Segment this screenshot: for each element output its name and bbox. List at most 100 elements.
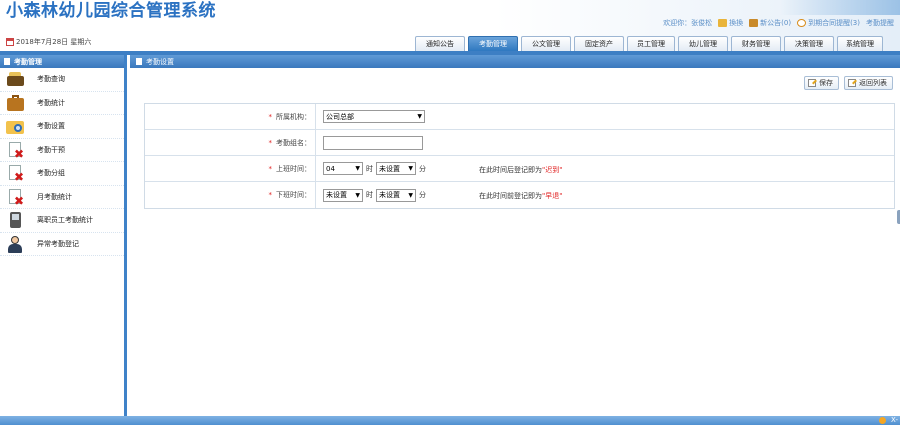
pda-icon: [5, 211, 25, 229]
tab-fixed-assets[interactable]: 固定资产: [574, 36, 624, 51]
sidebar-header: 考勤管理: [0, 55, 124, 68]
tab-label: 员工管理: [637, 40, 665, 48]
main-header: 考勤设置: [130, 55, 900, 68]
group-name-control: [323, 135, 423, 150]
attendance-settings-form: * 所属机构： 公司总部 ▼ * 考勤组名： * 上班时间： 04 ▼ 时 未设…: [144, 103, 895, 209]
status-bar: X-: [0, 416, 900, 425]
org-label: * 所属机构：: [145, 112, 315, 122]
tab-label: 公文管理: [532, 40, 560, 48]
sidebar-item-attendance-stats[interactable]: 考勤统计: [0, 92, 124, 115]
document-icon: [4, 58, 10, 65]
briefcase-icon: [5, 94, 25, 112]
on-duty-hour-select[interactable]: 04 ▼: [323, 162, 363, 175]
clock-icon: [797, 19, 807, 27]
off-duty-minute-value: 未设置: [379, 191, 400, 199]
main-panel: 考勤设置 保存 返回列表 * 所属机构： 公司总部 ▼ * 考勤组名： * 上班…: [130, 55, 900, 416]
off-duty-label: * 下班时间：: [145, 190, 315, 200]
edit-icon: [808, 79, 816, 87]
form-row-group-name: * 考勤组名：: [145, 130, 894, 156]
document-icon: [136, 58, 142, 65]
tab-decision[interactable]: 决策管理: [784, 36, 834, 51]
early-leave-hint: 在此时间前登记即为"早退": [479, 191, 562, 201]
hour-unit: 时: [366, 164, 373, 173]
tab-staff[interactable]: 员工管理: [627, 36, 675, 51]
username-link[interactable]: 张俊松: [691, 18, 712, 28]
off-duty-hour-select[interactable]: 未设置 ▼: [323, 188, 363, 202]
off-duty-label-text: 下班时间：: [276, 191, 311, 199]
document-delete-icon: ✖: [5, 164, 25, 183]
on-duty-label: * 上班时间：: [145, 164, 315, 174]
tab-label: 固定资产: [585, 40, 613, 48]
sidebar-item-attendance-intervention[interactable]: ✖ 考勤干预: [0, 139, 124, 162]
form-separator: [315, 130, 323, 155]
early-leave-hint-emphasis: "早退": [542, 192, 563, 200]
tab-finance[interactable]: 财务管理: [731, 36, 781, 51]
sidebar: 考勤管理 考勤查询 考勤统计 考勤设置 ✖ 考勤干预 ✖ 考勤分组 ✖ 月考勤统…: [0, 55, 127, 416]
early-leave-hint-text: 在此时间前登记即为: [479, 192, 542, 200]
sidebar-item-label: 离职员工考勤统计: [37, 216, 93, 225]
org-label-text: 所属机构：: [276, 112, 311, 121]
off-duty-hour-value: 未设置: [326, 191, 347, 199]
dropdown-arrow-icon: ▼: [417, 113, 422, 120]
sidebar-item-label: 考勤统计: [37, 98, 65, 107]
tab-system[interactable]: 系统管理: [837, 36, 883, 51]
attendance-reminder-link[interactable]: 考勤提醒: [866, 18, 894, 28]
header-decoration: [780, 0, 900, 15]
org-select[interactable]: 公司总部 ▼: [323, 110, 425, 123]
sidebar-item-attendance-query[interactable]: 考勤查询: [0, 68, 124, 92]
sidebar-item-label: 月考勤统计: [37, 192, 72, 201]
form-separator: [315, 182, 323, 208]
on-duty-minute-select[interactable]: 未设置 ▼: [376, 162, 416, 175]
sidebar-item-label: 考勤干预: [37, 145, 65, 154]
sidebar-item-label: 考勤设置: [37, 122, 65, 131]
on-duty-minute-value: 未设置: [379, 164, 400, 173]
cashbox-icon: [5, 70, 25, 88]
on-duty-control: 04 ▼ 时 未设置 ▼ 分: [323, 162, 429, 175]
document-delete-icon: ✖: [5, 188, 25, 207]
form-row-org: * 所属机构： 公司总部 ▼: [145, 104, 894, 130]
off-duty-minute-select[interactable]: 未设置 ▼: [376, 188, 416, 202]
sidebar-item-departed-staff-stats[interactable]: 离职员工考勤统计: [0, 209, 124, 233]
required-mark: *: [268, 164, 273, 173]
late-hint-emphasis: "迟到": [542, 166, 563, 174]
tab-label: 财务管理: [742, 40, 770, 48]
switch-icon: [718, 19, 728, 27]
tab-label: 决策管理: [795, 40, 823, 48]
required-mark: *: [268, 112, 273, 121]
sidebar-item-attendance-settings[interactable]: 考勤设置: [0, 115, 124, 139]
back-to-list-button[interactable]: 返回列表: [844, 76, 893, 90]
date-label: 2018年7月28日 星期六: [16, 38, 92, 46]
status-icon: [879, 417, 886, 424]
contract-reminder-link[interactable]: 到期合同提醒(3): [797, 18, 860, 28]
sidebar-item-label: 考勤查询: [37, 75, 65, 84]
group-name-label-text: 考勤组名：: [276, 138, 311, 147]
group-name-input[interactable]: [323, 135, 423, 150]
welcome-label: 欢迎你：: [663, 19, 692, 27]
tab-children[interactable]: 幼儿管理: [678, 36, 728, 51]
tab-documents[interactable]: 公文管理: [521, 36, 571, 51]
off-duty-control: 未设置 ▼ 时 未设置 ▼ 分: [323, 188, 429, 202]
main-title: 考勤设置: [146, 57, 174, 66]
app-title: 小森林幼儿园综合管理系统: [6, 1, 216, 21]
tab-attendance[interactable]: 考勤管理: [468, 36, 518, 51]
switch-link[interactable]: 換換: [718, 18, 743, 28]
form-separator: [315, 104, 323, 129]
save-button[interactable]: 保存: [804, 76, 839, 90]
new-docs-link[interactable]: 新公告(0): [749, 18, 791, 28]
date-display: 2018年7月28日 星期六: [6, 37, 91, 47]
group-name-label: * 考勤组名：: [145, 138, 315, 148]
sidebar-item-attendance-groups[interactable]: ✖ 考勤分组: [0, 162, 124, 186]
sidebar-item-label: 异常考勤登记: [37, 239, 79, 248]
form-row-off-duty: * 下班时间： 未设置 ▼ 时 未设置 ▼ 分 在此时间前登记即为"早退": [145, 182, 894, 208]
form-row-on-duty: * 上班时间： 04 ▼ 时 未设置 ▼ 分 在此时间后登记即为"迟到": [145, 156, 894, 182]
calendar-icon: [6, 38, 14, 46]
tab-label: 考勤管理: [479, 40, 507, 48]
new-docs-label: 新公告(0): [760, 19, 792, 27]
sidebar-item-monthly-stats[interactable]: ✖ 月考勤统计: [0, 186, 124, 209]
org-control: 公司总部 ▼: [323, 110, 425, 123]
sidebar-title: 考勤管理: [14, 57, 42, 66]
tab-notices[interactable]: 通知公告: [415, 36, 465, 51]
folder-search-icon: [5, 117, 25, 135]
sidebar-item-label: 考勤分组: [37, 169, 65, 178]
sidebar-item-abnormal-attendance[interactable]: 异常考勤登记: [0, 233, 124, 256]
